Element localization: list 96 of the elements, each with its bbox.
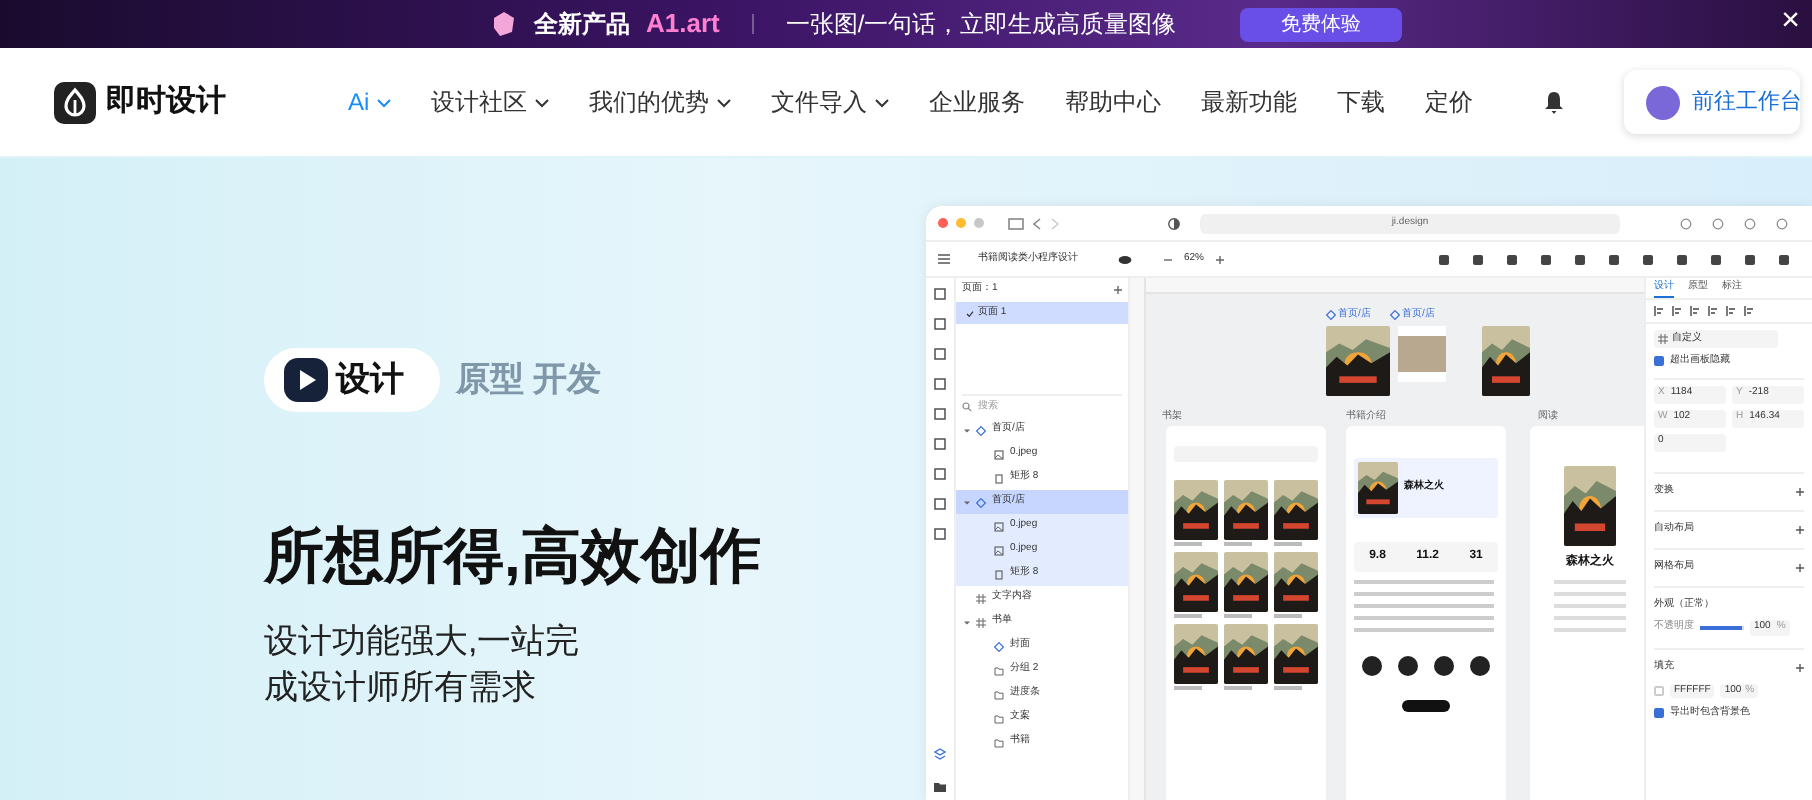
book-cover-image: [1224, 624, 1268, 684]
avatar-icon: [1646, 85, 1680, 119]
caption-line: [1274, 614, 1302, 618]
book-cover-image: [1326, 326, 1390, 396]
layers-icon[interactable]: [934, 748, 946, 760]
book-cover-image: [1564, 466, 1616, 546]
rectangle-icon: [994, 569, 1004, 579]
align-icon[interactable]: [1690, 306, 1700, 316]
component-icon: [1390, 310, 1400, 321]
folder-icon: [994, 737, 1004, 747]
align-icon[interactable]: [1744, 306, 1754, 316]
logo-text: 即时设计: [106, 81, 226, 122]
book-cover-image: [1174, 624, 1218, 684]
book-cover-image: [1274, 480, 1318, 540]
nav-link[interactable]: 文件导入: [771, 84, 890, 120]
close-button[interactable]: ×: [1781, 4, 1800, 40]
align-icon[interactable]: [1654, 306, 1664, 316]
free-trial-button[interactable]: 免费体验: [1240, 7, 1403, 41]
caption-line: [1174, 614, 1202, 618]
caption-line: [1224, 614, 1252, 618]
book-cover-image: [1224, 552, 1268, 612]
text-line: [1554, 604, 1626, 608]
image-icon: [994, 449, 1004, 459]
align-icon[interactable]: [1672, 306, 1682, 316]
promo-tagline: 一张图/一句话，立即生成高质量图像: [785, 8, 1177, 42]
book-cover-image: [1174, 552, 1218, 612]
checkbox[interactable]: [1654, 708, 1664, 719]
back-icon[interactable]: [1032, 217, 1042, 229]
caption-line: [1174, 686, 1202, 690]
workspace-button[interactable]: 前往工作台: [1624, 70, 1800, 134]
book-cover-image: [1274, 552, 1318, 612]
color-swatch[interactable]: [1654, 685, 1664, 696]
nav-link[interactable]: 企业服务: [929, 84, 1026, 120]
image-icon: [994, 521, 1004, 531]
nav-link[interactable]: 定价: [1425, 84, 1474, 120]
text-line: [1354, 628, 1494, 632]
text-line: [1554, 628, 1626, 632]
nav-link[interactable]: 帮助中心: [1065, 84, 1162, 120]
component-icon: [994, 641, 1004, 651]
frame-icon: [976, 617, 986, 627]
folder-icon: [994, 665, 1004, 675]
align-icon[interactable]: [1726, 306, 1736, 316]
text-line: [1554, 580, 1626, 584]
align-icon[interactable]: [1708, 306, 1718, 316]
text-line: [1354, 616, 1494, 620]
nav-link[interactable]: 我们的优势: [589, 84, 732, 120]
book-cover-image: [1482, 326, 1530, 396]
book-cover-image: [1358, 462, 1398, 514]
component-icon: [976, 497, 986, 507]
gem-icon: [490, 10, 518, 38]
text-line: [1354, 592, 1494, 596]
folder-icon: [994, 713, 1004, 723]
square-tool-icon[interactable]: [934, 288, 946, 300]
frame-icon: [1658, 334, 1668, 344]
component-icon: [976, 425, 986, 435]
bell-icon[interactable]: [1544, 90, 1564, 114]
text-line: [1354, 580, 1494, 584]
text-line: [1554, 592, 1626, 596]
component-icon: [1326, 310, 1336, 321]
text-line: [1554, 616, 1626, 620]
sidebar-icon[interactable]: [1008, 217, 1024, 229]
minus-icon[interactable]: [1164, 255, 1172, 263]
book-cover-image: [1174, 480, 1218, 540]
expand-caret-icon[interactable]: [964, 619, 970, 625]
logo-icon: [54, 81, 96, 123]
book-cover-image: [1274, 624, 1318, 684]
checkbox[interactable]: [1654, 356, 1664, 367]
headline: 所想所得,高效创作: [264, 522, 763, 594]
promo-label: 全新产品: [534, 8, 630, 42]
search-icon: [962, 402, 972, 412]
expand-caret-icon[interactable]: [964, 427, 970, 433]
read-pill: [1402, 700, 1450, 712]
caption-line: [1274, 686, 1302, 690]
folder-icon: [994, 689, 1004, 699]
frame-icon: [976, 593, 986, 603]
image-icon: [994, 545, 1004, 555]
menu-icon[interactable]: [938, 254, 950, 264]
nav-link[interactable]: 最新功能: [1201, 84, 1298, 120]
contrast-icon[interactable]: [1168, 217, 1180, 229]
caption-line: [1224, 542, 1252, 546]
caption-line: [1274, 542, 1302, 546]
rectangle-icon: [994, 473, 1004, 483]
nav-link[interactable]: 下载: [1337, 84, 1386, 120]
folder-icon[interactable]: [934, 782, 946, 792]
feature-label: 原型 开发: [456, 358, 602, 403]
book-cover-image: [1224, 480, 1268, 540]
caption-line: [1174, 542, 1202, 546]
photo-placeholder: [1398, 326, 1446, 382]
design-badge: 设计: [264, 348, 440, 412]
caption-line: [1224, 686, 1252, 690]
subtitle: 设计功能强大,一站完成设计师所有需求: [264, 620, 582, 710]
product-name: A1.art: [646, 6, 720, 43]
nav-link[interactable]: 设计社区: [431, 84, 550, 120]
play-logo-icon: [284, 358, 328, 402]
expand-caret-icon[interactable]: [964, 499, 970, 505]
text-line: [1354, 604, 1494, 608]
